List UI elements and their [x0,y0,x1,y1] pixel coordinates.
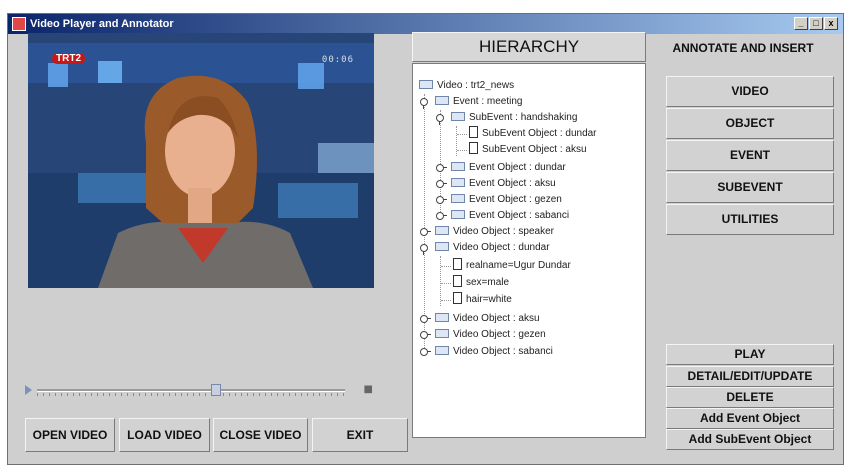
tree-node-event-object[interactable]: Event Object : sabanci [451,208,569,224]
tree-node-subevent-object[interactable]: SubEvent Object : dundar [469,126,597,142]
tree-node-attribute[interactable]: sex=male [453,275,509,291]
folder-icon [435,242,449,251]
tree-node-event-object[interactable]: Event Object : dundar [451,160,566,176]
video-frame: TRT2 00:06 [28,33,374,288]
annotate-event-button[interactable]: EVENT [666,140,834,171]
delete-button[interactable]: DELETE [666,387,834,408]
video-timecode: 00:06 [321,55,354,65]
folder-icon [451,210,465,219]
annotate-video-button[interactable]: VIDEO [666,76,834,107]
channel-logo: TRT2 [52,53,85,64]
tree-node-video-object[interactable]: Video Object : sabanci [435,344,553,360]
collapse-toggle-icon[interactable] [420,331,431,339]
hierarchy-header: HIERARCHY [412,32,646,62]
tree-node-video-object[interactable]: Video Object : dundar [435,240,550,256]
tree-node-event-object[interactable]: Event Object : aksu [451,176,556,192]
document-icon [453,292,462,304]
tree-node-video-object[interactable]: Video Object : gezen [435,327,546,343]
seek-slider[interactable]: ■ [25,383,375,397]
folder-icon [435,329,449,338]
window-title: Video Player and Annotator [30,18,174,30]
tree-node-event[interactable]: Event : meeting [435,94,522,110]
rewind-icon[interactable] [25,385,32,395]
annotate-object-button[interactable]: OBJECT [666,108,834,139]
exit-button[interactable]: EXIT [312,418,408,452]
play-button[interactable]: PLAY [666,344,834,365]
close-video-button[interactable]: CLOSE VIDEO [213,418,308,452]
folder-icon [451,178,465,187]
maximize-button[interactable]: □ [809,17,823,30]
tree-node-event-object[interactable]: Event Object : gezen [451,192,562,208]
add-subevent-object-button[interactable]: Add SubEvent Object [666,429,834,450]
app-icon [12,17,26,31]
folder-icon [435,96,449,105]
video-still [28,33,374,288]
collapse-toggle-icon[interactable] [420,228,431,236]
open-video-button[interactable]: OPEN VIDEO [25,418,115,452]
folder-icon [435,346,449,355]
document-icon [469,142,478,154]
expand-toggle-icon[interactable] [436,114,444,125]
collapse-toggle-icon[interactable] [436,180,447,188]
expand-toggle-icon[interactable] [420,98,428,109]
document-icon [453,258,462,270]
load-video-button[interactable]: LOAD VIDEO [119,418,210,452]
utilities-button[interactable]: UTILITIES [666,204,834,235]
annotate-subevent-button[interactable]: SUBEVENT [666,172,834,203]
add-event-object-button[interactable]: Add Event Object [666,408,834,429]
collapse-toggle-icon[interactable] [420,348,431,356]
expand-toggle-icon[interactable] [420,244,428,255]
tree-node-attribute[interactable]: realname=Ugur Dundar [453,258,571,274]
detail-edit-update-button[interactable]: DETAIL/EDIT/UPDATE [666,366,834,387]
volume-icon[interactable]: ■ [364,384,373,395]
annotate-title: ANNOTATE AND INSERT [672,41,814,55]
collapse-toggle-icon[interactable] [436,196,447,204]
minimize-button[interactable]: _ [794,17,808,30]
collapse-toggle-icon[interactable] [420,315,431,323]
folder-icon [435,226,449,235]
slider-ticks [37,393,345,396]
tree-node-subevent[interactable]: SubEvent : handshaking [451,110,577,126]
folder-icon [419,80,433,89]
tree-node-video-object[interactable]: Video Object : speaker [435,224,554,240]
document-icon [453,275,462,287]
collapse-toggle-icon[interactable] [436,164,447,172]
slider-track [37,389,345,392]
slider-thumb[interactable] [210,384,221,396]
tree-node-video-object[interactable]: Video Object : aksu [435,311,540,327]
document-icon [469,126,478,138]
folder-icon [451,194,465,203]
close-window-button[interactable]: x [824,17,838,30]
tree-node-subevent-object[interactable]: SubEvent Object : aksu [469,142,587,158]
collapse-toggle-icon[interactable] [436,212,447,220]
tree-node-video[interactable]: Video : trt2_news [419,78,514,94]
folder-icon [451,162,465,171]
folder-icon [435,313,449,322]
tree-node-attribute[interactable]: hair=white [453,292,512,308]
hierarchy-tree[interactable]: Video : trt2_news Event : meeting SubEve… [412,63,646,438]
title-bar: Video Player and Annotator _ □ x [8,14,843,34]
folder-icon [451,112,465,121]
